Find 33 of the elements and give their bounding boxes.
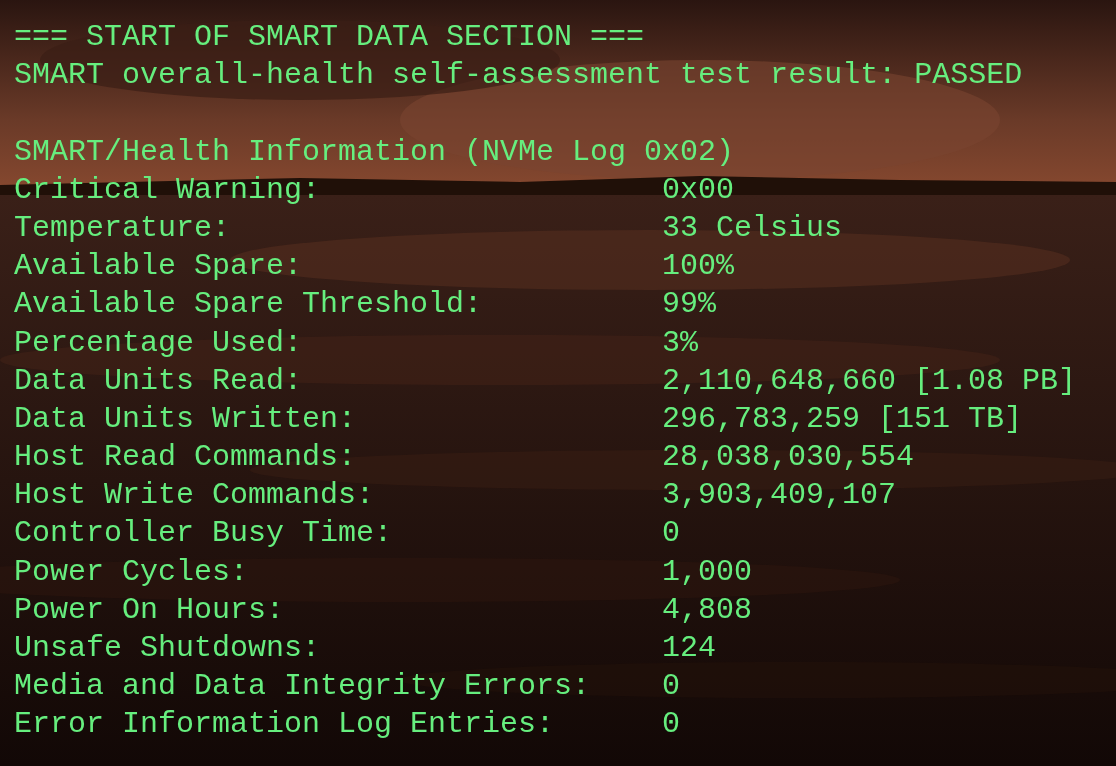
field-value: 99%	[662, 286, 716, 324]
field-label: Host Read Commands:	[14, 440, 357, 475]
field-label: Power On Hours:	[14, 592, 285, 627]
field-value: 0	[662, 706, 680, 744]
field-value: 124	[662, 630, 716, 667]
field-label: Data Units Read:	[14, 363, 303, 398]
field-value: 100%	[662, 248, 734, 286]
field-label: Host Write Commands:	[14, 478, 375, 513]
section-title: SMART/Health Information (NVMe Log 0x02)	[14, 134, 735, 169]
field-value: 0	[662, 515, 680, 553]
field-value: 296,783,259 [151 TB]	[662, 400, 1023, 438]
field-value: 1,000	[662, 553, 752, 591]
field-label: Critical Warning:	[14, 172, 321, 207]
field-value: 33 Celsius	[662, 209, 843, 247]
field-value: 28,038,030,554	[662, 439, 915, 477]
header-line: SMART overall-health self-assessment test result: PASSED	[14, 58, 1023, 93]
field-label: Data Units Written:	[14, 401, 357, 436]
field-value: 2,110,648,660 [1.08 PB]	[662, 362, 1077, 400]
field-label: Media and Data Integrity Errors:	[14, 669, 591, 704]
field-value: 4,808	[662, 591, 752, 629]
field-label: Percentage Used:	[14, 325, 303, 360]
field-label: Unsafe Shutdowns:	[14, 631, 321, 665]
field-label: Power Cycles:	[14, 554, 249, 589]
field-label: Available Spare Threshold:	[14, 287, 483, 322]
field-label: Available Spare:	[14, 249, 303, 284]
field-label: Error Information Log Entries:	[14, 707, 555, 742]
field-value: 0	[662, 668, 680, 706]
field-value: 3%	[662, 324, 698, 362]
field-value: 0x00	[662, 171, 734, 209]
field-label: Controller Busy Time:	[14, 516, 393, 551]
header-line: === START OF SMART DATA SECTION ===	[14, 20, 645, 54]
field-label: Temperature:	[14, 210, 231, 245]
field-value: 3,903,409,107	[662, 477, 897, 515]
